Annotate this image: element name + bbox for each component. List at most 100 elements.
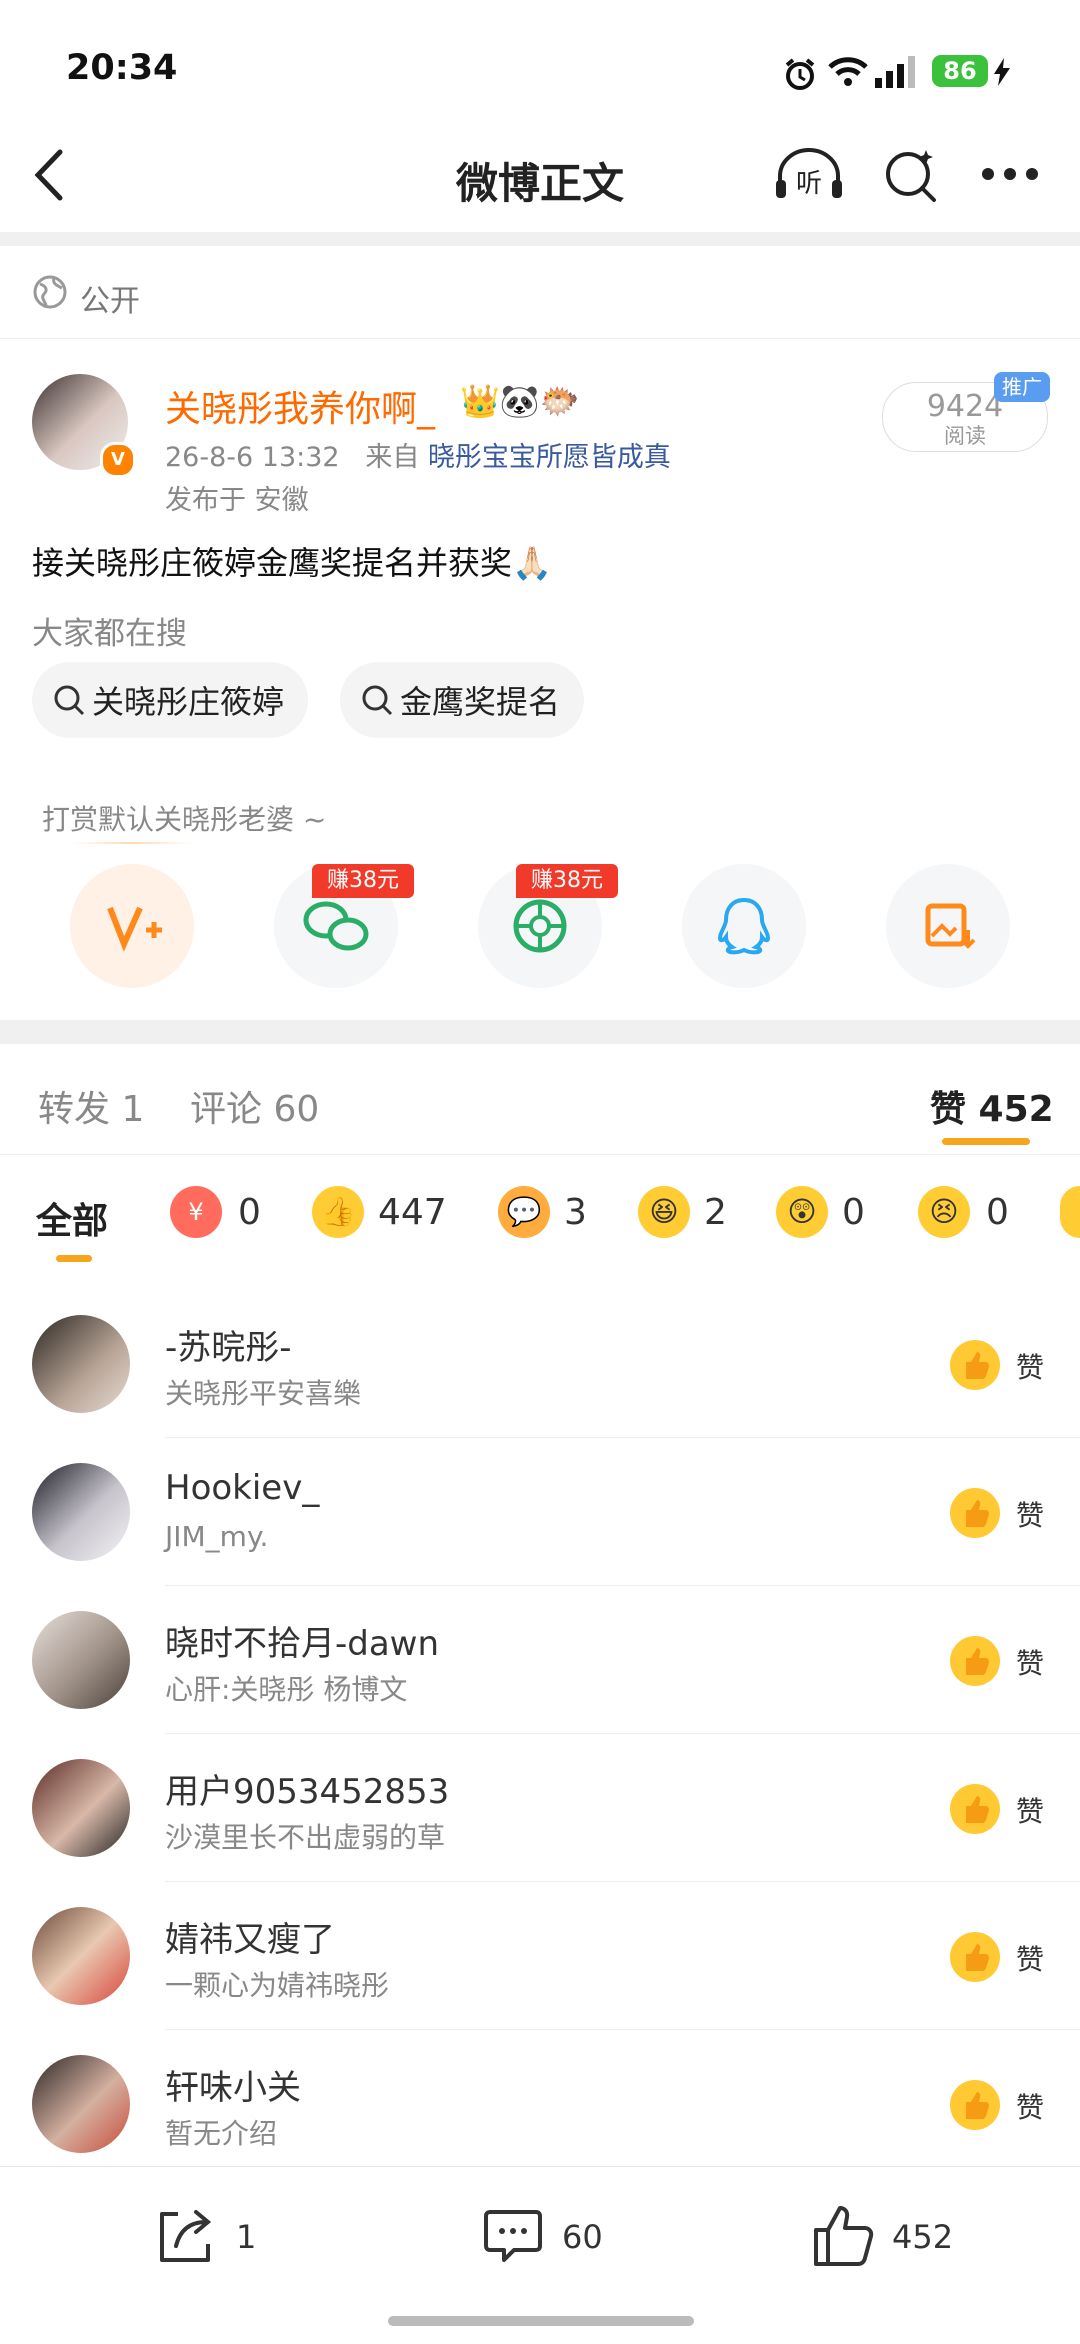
liker-desc: 关晓彤平安喜樂	[165, 1377, 362, 1410]
promo-badge[interactable]: 推广	[994, 372, 1050, 402]
search-ai-icon[interactable]	[882, 146, 940, 204]
list-item[interactable]: 婧祎又瘦了 一颗心为婧祎晓彤 赞	[0, 1882, 1080, 2030]
like-count[interactable]: 452	[892, 2218, 953, 2256]
reaction-count: 0	[842, 1192, 865, 1233]
liker-name: 婧祎又瘦了	[165, 1920, 335, 1960]
tab-underline	[942, 1138, 1030, 1145]
thumbs-up-reaction-icon[interactable]: 👍	[312, 1186, 364, 1238]
tab-comment[interactable]: 评论 60	[190, 1080, 319, 1132]
comment-icon[interactable]	[480, 2204, 546, 2270]
tab-repost[interactable]: 转发 1	[38, 1080, 144, 1132]
divider	[0, 338, 1080, 339]
reaction-all[interactable]: 全部	[36, 1192, 108, 1244]
thumbs-up-icon[interactable]	[950, 1636, 1000, 1686]
avatar[interactable]	[32, 2055, 130, 2153]
search-chip[interactable]: 关晓彤庄筱婷	[32, 662, 309, 738]
reward-pointer	[72, 842, 192, 844]
repost-icon[interactable]	[152, 2204, 218, 2270]
divider	[0, 2166, 1080, 2167]
like-label: 赞	[1016, 1795, 1045, 1828]
liker-name: Hookiev_	[165, 1468, 320, 1508]
crown-icon: 👑	[460, 382, 500, 420]
author-badges: 👑🐼🐡	[460, 382, 580, 420]
charging-icon	[994, 58, 1010, 86]
battery-level: 86	[932, 55, 988, 87]
panda-icon: 🐼	[499, 382, 540, 420]
like-label: 赞	[1016, 2091, 1045, 2124]
list-item[interactable]: 晓时不拾月-dawn 心肝:关晓彤 杨博文 赞	[0, 1586, 1080, 1734]
liker-name: 晓时不拾月-dawn	[165, 1624, 440, 1664]
listen-icon[interactable]: 听	[774, 148, 844, 202]
home-indicator[interactable]	[388, 2316, 694, 2326]
avatar[interactable]	[32, 1611, 130, 1709]
divider	[0, 1020, 1080, 1044]
liker-desc: 暂无介绍	[165, 2117, 278, 2150]
tab-like[interactable]: 赞 452	[930, 1080, 1054, 1132]
list-item[interactable]: Hookiev_ JIM_my. 赞	[0, 1438, 1080, 1586]
verified-badge-icon: V	[100, 442, 136, 478]
like-label: 赞	[1016, 1499, 1045, 1532]
avatar[interactable]	[32, 1907, 130, 2005]
post-meta: 26-8-6 13:32 来自 晓彤宝宝所愿皆成真	[165, 435, 671, 474]
earn-badge: 赚38元	[516, 864, 618, 898]
reaction-count: 447	[378, 1192, 447, 1233]
reaction-count: 2	[704, 1192, 727, 1233]
repost-count[interactable]: 1	[236, 2218, 256, 2256]
comment-count[interactable]: 60	[562, 2218, 603, 2256]
save-image-icon	[925, 903, 976, 949]
post-date: 26-8-6 13:32	[165, 442, 340, 473]
like-label: 赞	[1016, 1647, 1045, 1680]
liker-name: 轩味小关	[165, 2068, 301, 2108]
liker-name: -苏晥彤-	[165, 1328, 292, 1368]
money-reaction-icon[interactable]: ¥	[170, 1186, 222, 1238]
thumbs-up-icon[interactable]	[950, 1932, 1000, 1982]
liker-desc: 心肝:关晓彤 杨博文	[165, 1673, 408, 1706]
liker-desc: 沙漠里长不出虚弱的草	[165, 1821, 446, 1854]
avatar[interactable]	[32, 1463, 130, 1561]
liker-desc: 一颗心为婧祎晓彤	[165, 1969, 390, 2002]
surprised-reaction-icon[interactable]: 😲	[776, 1186, 828, 1238]
divider	[0, 232, 1080, 246]
avatar[interactable]	[32, 1759, 130, 1857]
laugh-reaction-icon[interactable]: 😆	[638, 1186, 690, 1238]
more-reaction-icon[interactable]	[1060, 1186, 1080, 1238]
reward-button[interactable]	[70, 864, 194, 988]
thumbs-up-icon[interactable]	[950, 1340, 1000, 1390]
more-icon[interactable]	[980, 166, 1040, 182]
thumbs-up-icon[interactable]	[950, 1488, 1000, 1538]
alarm-icon	[785, 58, 815, 90]
like-label: 赞	[1016, 1943, 1045, 1976]
read-label: 阅读	[944, 424, 986, 448]
author-name[interactable]: 关晓彤我养你啊_	[165, 380, 435, 432]
search-icon	[54, 685, 85, 716]
search-chip-label: 关晓彤庄筱婷	[92, 683, 285, 721]
signal-icon	[875, 56, 915, 88]
post-source[interactable]: 晓彤宝宝所愿皆成真	[428, 442, 671, 473]
share-qq-button[interactable]	[682, 864, 806, 988]
thumbs-up-icon[interactable]	[950, 1784, 1000, 1834]
svg-text:听: 听	[796, 169, 822, 199]
search-chip[interactable]: 金鹰奖提名	[340, 662, 585, 738]
save-image-button[interactable]	[886, 864, 1010, 988]
reward-label: 打赏默认关晓彤老婆 ~	[42, 803, 327, 836]
heart-reaction-icon[interactable]: 💬	[498, 1186, 550, 1238]
search-section-label: 大家都在搜	[32, 616, 187, 652]
like-label: 赞	[1016, 1351, 1045, 1384]
list-item[interactable]: 轩味小关 暂无介绍 赞	[0, 2030, 1080, 2178]
list-item[interactable]: -苏晥彤- 关晓彤平安喜樂 赞	[0, 1290, 1080, 1438]
reaction-count: 3	[564, 1192, 587, 1233]
liker-desc: JIM_my.	[165, 1520, 269, 1553]
avatar[interactable]	[32, 1315, 130, 1413]
earn-badge: 赚38元	[312, 864, 414, 898]
visibility-label: 公开	[80, 284, 140, 319]
search-icon	[362, 685, 393, 716]
wifi-icon	[828, 57, 868, 86]
like-icon[interactable]	[810, 2200, 880, 2270]
list-item[interactable]: 用户9053452853 沙漠里长不出虚弱的草 赞	[0, 1734, 1080, 1882]
status-time: 20:34	[66, 48, 178, 88]
reaction-underline	[56, 1255, 92, 1262]
sad-reaction-icon[interactable]: 😣	[918, 1186, 970, 1238]
reaction-count: 0	[986, 1192, 1009, 1233]
thumbs-up-icon[interactable]	[950, 2080, 1000, 2130]
post-text: 接关晓彤庄筱婷金鹰奖提名并获奖🙏🏻	[32, 544, 552, 582]
